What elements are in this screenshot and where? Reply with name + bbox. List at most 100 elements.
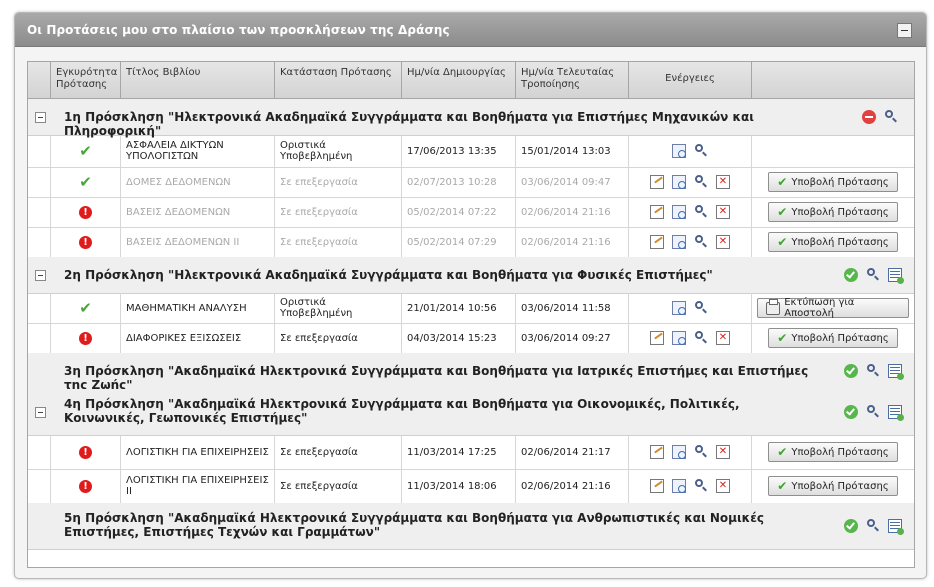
view-icon[interactable] xyxy=(694,235,708,249)
submit-proposal-button[interactable]: ✔ Υποβολή Πρότασης xyxy=(768,232,898,252)
preview-document-icon[interactable] xyxy=(672,235,686,249)
call-actions xyxy=(840,519,906,535)
header-modified: Ημ/νία Τελευταίας Τροποίησης xyxy=(516,62,629,98)
row-actions: ✕ xyxy=(629,167,752,197)
call-title: 1η Πρόσκληση "Ηλεκτρονικά Ακαδημαϊκά Συγ… xyxy=(64,110,754,138)
preview-document-icon[interactable] xyxy=(672,445,686,459)
submit-label: Υποβολή Πρότασης xyxy=(791,236,889,248)
view-icon[interactable] xyxy=(694,205,708,219)
view-icon[interactable] xyxy=(694,301,708,315)
modified-date: 03/06/2014 09:27 xyxy=(516,323,629,353)
check-icon: ✔ xyxy=(777,175,788,189)
row-actions xyxy=(629,135,752,167)
preview-document-icon[interactable] xyxy=(672,331,686,345)
call-actions xyxy=(840,364,906,380)
view-call-icon[interactable] xyxy=(866,364,880,378)
proposal-status: Οριστικά Υποβεβλημένη xyxy=(275,293,402,323)
row-spacer xyxy=(28,323,51,353)
check-icon: ✔ xyxy=(777,205,788,219)
header-validity: Εγκυρότητα Πρότασης xyxy=(51,62,121,98)
delete-icon[interactable]: ✕ xyxy=(716,479,730,493)
edit-icon[interactable] xyxy=(650,235,664,249)
delete-icon[interactable]: ✕ xyxy=(716,445,730,459)
view-icon[interactable] xyxy=(694,445,708,459)
validity-cell: ! xyxy=(51,435,121,469)
validity-cell: ! xyxy=(51,197,121,227)
call-title: 3η Πρόσκληση "Ακαδημαϊκά Ηλεκτρονικά Συγ… xyxy=(64,364,809,392)
edit-icon[interactable] xyxy=(650,331,664,345)
call-group-header: 4η Πρόσκληση "Ακαδημαϊκά Ηλεκτρονικά Συγ… xyxy=(28,389,914,436)
delete-icon[interactable]: ✕ xyxy=(716,205,730,219)
preview-document-icon[interactable] xyxy=(672,205,686,219)
delete-icon[interactable]: ✕ xyxy=(716,175,730,189)
submit-proposal-button[interactable]: ✔ Υποβολή Πρότασης xyxy=(768,202,898,222)
book-title: ΛΟΓΙΣΤΙΚΗ ΓΙΑ ΕΠΙΧΕΙΡΗΣΕΙΣ ΙΙ xyxy=(121,469,275,503)
cancel-call-icon[interactable] xyxy=(862,110,876,124)
header-extra xyxy=(752,62,914,98)
submit-proposal-button[interactable]: ✔ Υποβολή Πρότασης xyxy=(768,442,898,462)
collapse-group-toggle[interactable] xyxy=(35,112,46,123)
collapse-group-toggle[interactable] xyxy=(35,270,46,281)
preview-document-icon[interactable] xyxy=(672,301,686,315)
validity-cell: ✔ xyxy=(51,135,121,167)
valid-check-icon: ✔ xyxy=(79,173,92,191)
call-group-header: 1η Πρόσκληση "Ηλεκτρονικά Ακαδημαϊκά Συγ… xyxy=(28,99,914,138)
call-ok-icon[interactable] xyxy=(844,268,858,282)
view-call-icon[interactable] xyxy=(866,519,880,533)
new-proposal-icon[interactable] xyxy=(888,519,904,535)
view-call-icon[interactable] xyxy=(884,110,898,124)
view-icon[interactable] xyxy=(694,175,708,189)
panel-title: Οι Προτάσεις μου στο πλαίσιο των προσκλή… xyxy=(27,23,450,37)
submit-proposal-button[interactable]: ✔ Υποβολή Πρότασης xyxy=(768,476,898,496)
proposals-table: Εγκυρότητα Πρότασης Τίτλος Βιβλίου Κατάσ… xyxy=(27,61,915,568)
view-icon[interactable] xyxy=(694,479,708,493)
collapse-panel-button[interactable] xyxy=(897,23,912,38)
view-icon[interactable] xyxy=(694,331,708,345)
invalid-warning-icon: ! xyxy=(79,479,92,493)
edit-icon[interactable] xyxy=(650,175,664,189)
printer-icon xyxy=(766,298,781,315)
book-title: ΛΟΓΙΣΤΙΚΗ ΓΙΑ ΕΠΙΧΕΙΡΗΣΕΙΣ xyxy=(121,435,275,469)
delete-icon[interactable]: ✕ xyxy=(716,331,730,345)
row-spacer xyxy=(28,293,51,323)
edit-icon[interactable] xyxy=(650,445,664,459)
collapse-group-toggle[interactable] xyxy=(35,407,46,418)
panel-header: Οι Προτάσεις μου στο πλαίσιο των προσκλή… xyxy=(15,13,926,47)
edit-icon[interactable] xyxy=(650,205,664,219)
view-icon[interactable] xyxy=(694,144,708,158)
new-proposal-icon[interactable] xyxy=(888,268,904,284)
book-title: ΒΑΣΕΙΣ ΔΕΔΟΜΕΝΩΝ xyxy=(121,197,275,227)
header-spacer xyxy=(28,62,51,98)
submit-label: Υποβολή Πρότασης xyxy=(791,176,889,188)
preview-document-icon[interactable] xyxy=(672,144,686,158)
view-call-icon[interactable] xyxy=(866,405,880,419)
print-for-dispatch-button[interactable]: Εκτύπωση για Αποστολή xyxy=(757,297,909,319)
preview-document-icon[interactable] xyxy=(672,175,686,189)
call-ok-icon[interactable] xyxy=(844,364,858,378)
edit-icon[interactable] xyxy=(650,479,664,493)
submit-proposal-button[interactable]: ✔ Υποβολή Πρότασης xyxy=(768,172,898,192)
header-title: Τίτλος Βιβλίου xyxy=(121,62,275,98)
proposal-status: Σε επεξεργασία xyxy=(275,167,402,197)
validity-cell: ! xyxy=(51,227,121,257)
row-spacer xyxy=(28,227,51,257)
submit-proposal-button[interactable]: ✔ Υποβολή Πρότασης xyxy=(768,328,898,348)
created-date: 05/02/2014 07:22 xyxy=(402,197,516,227)
new-proposal-icon[interactable] xyxy=(888,405,904,421)
check-icon: ✔ xyxy=(777,445,788,459)
table-header: Εγκυρότητα Πρότασης Τίτλος Βιβλίου Κατάσ… xyxy=(28,62,914,99)
call-ok-icon[interactable] xyxy=(844,519,858,533)
table-row: ✔ ΔΟΜΕΣ ΔΕΔΟΜΕΝΩΝ Σε επεξεργασία 02/07/2013… xyxy=(28,167,914,198)
new-proposal-icon[interactable] xyxy=(888,364,904,380)
proposal-status: Σε επεξεργασία xyxy=(275,323,402,353)
call-ok-icon[interactable] xyxy=(844,405,858,419)
preview-document-icon[interactable] xyxy=(672,479,686,493)
validity-cell: ! xyxy=(51,323,121,353)
valid-check-icon: ✔ xyxy=(79,142,92,160)
delete-icon[interactable]: ✕ xyxy=(716,235,730,249)
view-call-icon[interactable] xyxy=(866,268,880,282)
row-extra: ✔ Υποβολή Πρότασης xyxy=(752,323,914,353)
submit-label: Υποβολή Πρότασης xyxy=(791,480,889,492)
row-actions: ✕ xyxy=(629,435,752,469)
modified-date: 02/06/2014 21:16 xyxy=(516,227,629,257)
